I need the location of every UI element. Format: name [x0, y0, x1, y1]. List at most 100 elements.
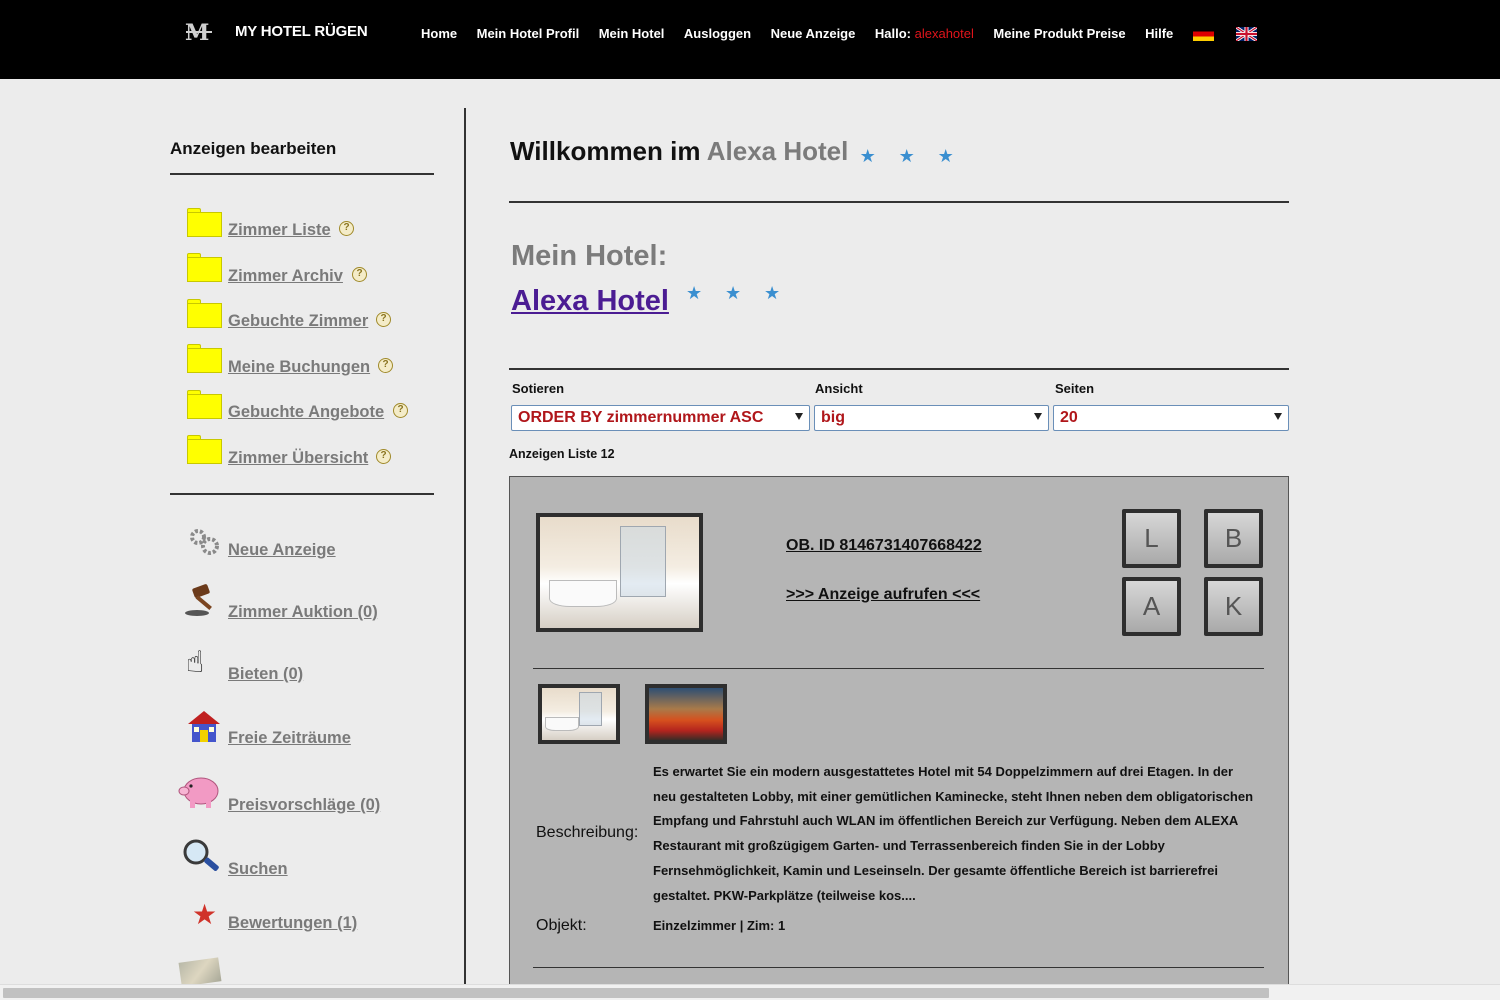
- star-icon: ★: [192, 899, 218, 930]
- pages-select-value: 20: [1060, 409, 1078, 426]
- flag-uk-icon[interactable]: [1235, 26, 1257, 41]
- view-select[interactable]: big: [814, 405, 1049, 431]
- sidebar-item-bieten[interactable]: Bieten (0): [228, 665, 303, 684]
- l-button-label: L: [1126, 513, 1177, 564]
- sidebar-item-gebuchte-angebote[interactable]: Gebuchte Angebote: [228, 403, 384, 422]
- help-icon[interactable]: ?: [376, 312, 391, 327]
- piggy-bank-icon: [178, 777, 219, 808]
- nav-product-prices[interactable]: Meine Produkt Preise: [993, 26, 1125, 41]
- logo-icon[interactable]: M: [184, 19, 214, 43]
- hand-icon: ☝: [186, 646, 205, 679]
- house-icon: [188, 711, 220, 742]
- main-photo[interactable]: [536, 513, 703, 632]
- welcome-hotel-name: Alexa Hotel: [706, 136, 849, 166]
- chevron-down-icon: [1034, 413, 1042, 420]
- top-navigation-bar: M MY HOTEL RÜGEN Home Mein Hotel Profil …: [0, 0, 1500, 79]
- star-icon: ★: [898, 145, 915, 166]
- l-button[interactable]: L: [1122, 509, 1181, 568]
- flag-de-icon[interactable]: [1192, 26, 1214, 41]
- card-divider: [533, 668, 1264, 669]
- object-id-link[interactable]: OB. ID 8146731407668422: [786, 537, 982, 555]
- star-icon: ★: [725, 283, 742, 303]
- nav-help[interactable]: Hilfe: [1145, 26, 1173, 41]
- help-icon[interactable]: ?: [352, 267, 367, 282]
- horizontal-scrollbar[interactable]: [0, 984, 1500, 1000]
- welcome-prefix: Willkommen im: [510, 136, 701, 166]
- view-label: Ansicht: [815, 381, 863, 396]
- sidebar-item-meine-buchungen[interactable]: Meine Buchungen: [228, 358, 370, 377]
- a-button-label: A: [1126, 581, 1177, 632]
- description-text: Es erwartet Sie ein modern ausgestattete…: [653, 764, 1254, 903]
- brand-name[interactable]: MY HOTEL RÜGEN: [235, 23, 368, 40]
- pages-select[interactable]: 20: [1053, 405, 1289, 431]
- scrollbar-thumb[interactable]: [3, 988, 1269, 998]
- k-button[interactable]: K: [1204, 577, 1263, 636]
- folder-icon: [187, 253, 222, 282]
- b-button-label: B: [1208, 513, 1259, 564]
- nav-my-hotel[interactable]: Mein Hotel: [599, 26, 665, 41]
- gears-icon: [190, 529, 219, 555]
- description-label: Beschreibung:: [536, 824, 639, 841]
- hotel-rating: ★ ★ ★: [860, 138, 977, 169]
- k-button-label: K: [1208, 581, 1259, 632]
- sidebar-item-freie-zeitraeume[interactable]: Freie Zeiträume: [228, 729, 351, 748]
- nav-home[interactable]: Home: [421, 26, 457, 41]
- b-button[interactable]: B: [1204, 509, 1263, 568]
- sidebar-divider-top: [170, 173, 434, 175]
- user-greeting: Hallo: alexahotel: [875, 26, 974, 41]
- help-icon[interactable]: ?: [376, 449, 391, 464]
- magnifier-icon: [183, 839, 219, 871]
- sidebar-item-bewertungen[interactable]: Bewertungen (1): [228, 914, 357, 933]
- sidebar-item-suchen[interactable]: Suchen: [228, 860, 288, 879]
- hotel-name-link[interactable]: Alexa Hotel: [511, 285, 669, 318]
- help-icon[interactable]: ?: [393, 403, 408, 418]
- sort-select-value: ORDER BY zimmernummer ASC: [518, 409, 764, 426]
- star-icon: ★: [686, 283, 703, 303]
- sidebar-title: Anzeigen bearbeiten: [170, 139, 337, 158]
- nav-new-ad[interactable]: Neue Anzeige: [771, 26, 856, 41]
- folder-icon: [187, 435, 222, 464]
- card-divider: [533, 967, 1264, 968]
- money-icon: [178, 957, 222, 987]
- list-count: Anzeigen Liste 12: [509, 447, 615, 461]
- folder-icon: [187, 299, 222, 328]
- main-nav: Home Mein Hotel Profil Mein Hotel Auslog…: [421, 26, 1279, 41]
- thumbnail-bedroom[interactable]: [645, 684, 727, 744]
- page-title: Willkommen im Alexa Hotel ★ ★ ★: [510, 136, 977, 169]
- sort-label: Sotieren: [512, 381, 565, 396]
- folder-icon: [187, 208, 222, 237]
- star-icon: ★: [764, 283, 781, 303]
- my-hotel-label: Mein Hotel:: [511, 240, 668, 272]
- chevron-down-icon: [795, 413, 803, 420]
- sidebar-item-gebuchte-zimmer[interactable]: Gebuchte Zimmer: [228, 312, 368, 331]
- main-divider: [509, 201, 1289, 203]
- sidebar-divider-middle: [170, 493, 434, 495]
- folder-icon: [187, 390, 222, 419]
- a-button[interactable]: A: [1122, 577, 1181, 636]
- sidebar-item-preisvorschlaege[interactable]: Preisvorschläge (0): [228, 796, 380, 815]
- help-icon[interactable]: ?: [378, 358, 393, 373]
- sidebar-item-neue-anzeige[interactable]: Neue Anzeige: [228, 541, 336, 560]
- column-divider: [464, 108, 466, 988]
- object-value: Einzelzimmer | Zim: 1: [653, 918, 786, 933]
- sort-select[interactable]: ORDER BY zimmernummer ASC: [511, 405, 810, 431]
- thumbnail-bathroom[interactable]: [538, 684, 620, 744]
- sidebar-item-zimmer-liste[interactable]: Zimmer Liste: [228, 221, 331, 240]
- username[interactable]: alexahotel: [915, 26, 974, 41]
- sidebar-item-zimmer-auktion[interactable]: Zimmer Auktion (0): [228, 603, 378, 622]
- object-label: Objekt:: [536, 917, 587, 934]
- hotel-rating-secondary: ★ ★ ★: [686, 283, 803, 304]
- main-divider: [509, 368, 1289, 370]
- nav-hotel-profile[interactable]: Mein Hotel Profil: [477, 26, 580, 41]
- nav-logout[interactable]: Ausloggen: [684, 26, 751, 41]
- pages-label: Seiten: [1055, 381, 1095, 396]
- sidebar-item-zimmer-archiv[interactable]: Zimmer Archiv: [228, 267, 343, 286]
- sidebar-item-zimmer-uebersicht[interactable]: Zimmer Übersicht: [228, 449, 368, 468]
- star-icon: ★: [859, 145, 876, 166]
- gavel-icon: [185, 584, 212, 616]
- view-select-value: big: [821, 409, 845, 426]
- greeting-label: Hallo:: [874, 26, 911, 41]
- open-listing-link[interactable]: >>> Anzeige aufrufen <<<: [786, 586, 980, 604]
- folder-icon: [187, 344, 222, 373]
- help-icon[interactable]: ?: [339, 221, 354, 236]
